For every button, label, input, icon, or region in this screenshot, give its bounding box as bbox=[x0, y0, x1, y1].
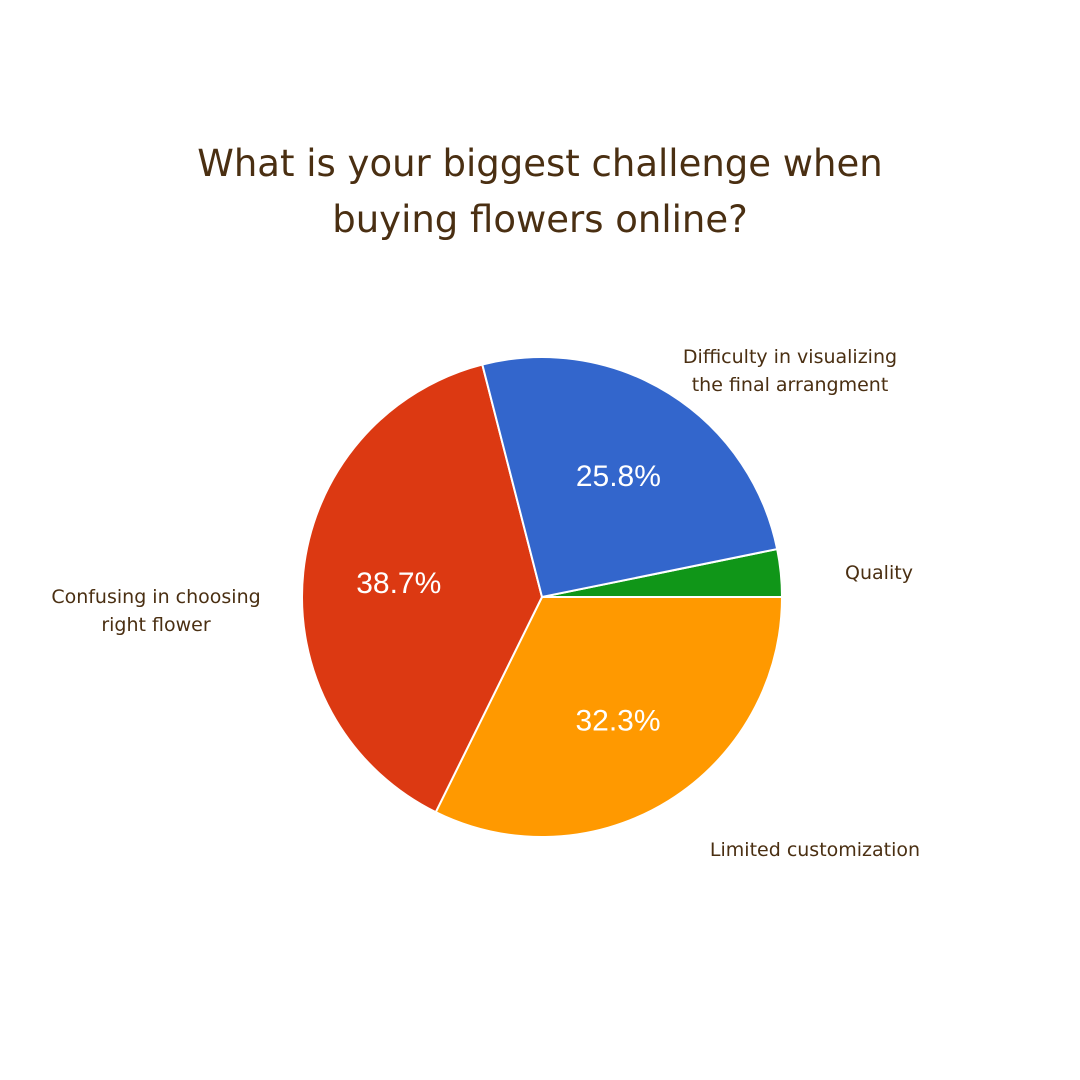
slice-label-confusing: Confusing in choosing right flower bbox=[40, 583, 272, 639]
pie-percent-label-confusing: 38.7% bbox=[356, 567, 441, 600]
slice-label-confusing-line-1: Confusing in choosing bbox=[51, 586, 261, 608]
pie-chart: 32.3% 38.7% 25.8% bbox=[301, 356, 784, 838]
pie-percent-label-limited: 25.8% bbox=[576, 460, 661, 493]
slice-label-quality-line-1: Quality bbox=[845, 562, 913, 584]
slice-label-difficulty-line-1: Difficulty in visualizing bbox=[682, 346, 898, 368]
slice-label-limited: Limited customization bbox=[690, 836, 940, 864]
slice-label-quality: Quality bbox=[830, 559, 928, 587]
slice-label-difficulty: Difficulty in visualizing the final arra… bbox=[660, 343, 920, 399]
pie-percent-label-difficulty: 32.3% bbox=[575, 704, 660, 737]
slice-label-difficulty-line-2: the final arrangment bbox=[691, 374, 889, 396]
slice-label-confusing-line-2: right flower bbox=[101, 614, 211, 636]
slice-label-limited-line-1: Limited customization bbox=[709, 839, 921, 861]
